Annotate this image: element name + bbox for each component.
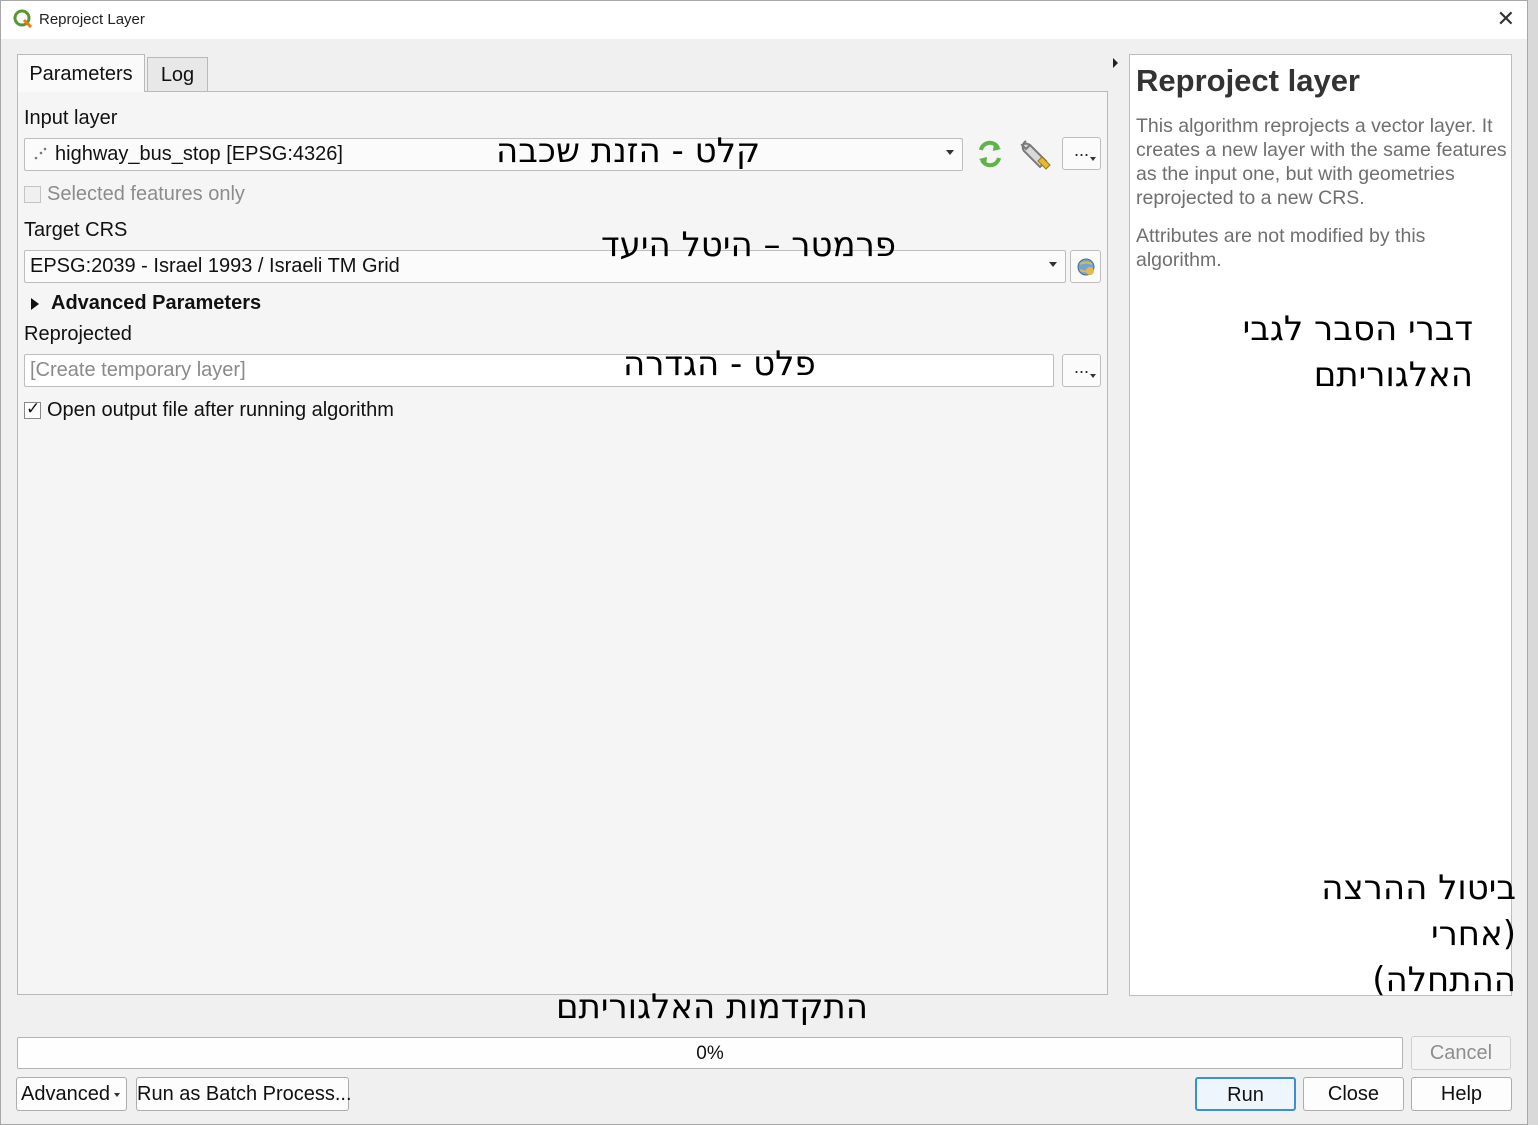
ellipsis-label: ... [1073, 357, 1089, 377]
wrench-icon[interactable] [1018, 137, 1052, 171]
run-as-batch-button[interactable]: Run as Batch Process... [136, 1077, 352, 1111]
advanced-button-label: Advanced [21, 1083, 110, 1105]
run-button[interactable]: Run [1195, 1077, 1296, 1111]
ellipsis-label: ... [1073, 140, 1089, 160]
target-crs-label: Target CRS [24, 219, 128, 241]
window-title: Reproject Layer [39, 11, 145, 28]
help-description: This algorithm reprojects a vector layer… [1136, 115, 1507, 209]
expand-arrow-icon[interactable] [31, 298, 39, 310]
annotation-cancel-line1: ביטול ההרצה [1321, 868, 1516, 908]
chevron-down-icon [1090, 157, 1096, 161]
splitter-collapse-icon[interactable] [1113, 58, 1118, 68]
input-layer-label: Input layer [24, 107, 118, 129]
tab-parameters[interactable]: Parameters [17, 54, 145, 92]
algorithm-help-panel: Reproject layer This algorithm reproject… [1129, 54, 1512, 996]
point-layer-icon [34, 147, 47, 160]
help-title: Reproject layer [1136, 63, 1360, 98]
annotation-cancel-line2: (אחרי [1431, 914, 1516, 954]
chevron-down-icon [114, 1093, 120, 1097]
open-output-checkbox[interactable] [24, 399, 41, 419]
chevron-down-icon [1049, 262, 1057, 267]
annotation-cancel: ביטול ההרצה (אחרי ההתחלה) [1301, 865, 1516, 1003]
chevron-down-icon [1090, 374, 1096, 378]
globe-icon [1077, 258, 1095, 276]
chevron-down-icon [946, 150, 954, 155]
window-close-icon[interactable]: ✕ [1497, 6, 1515, 32]
input-layer-browse-button[interactable]: ... [1062, 137, 1101, 170]
progress-bar: 0% [17, 1037, 1403, 1069]
advanced-parameters-toggle[interactable]: Advanced Parameters [51, 292, 261, 315]
input-layer-value: highway_bus_stop [EPSG:4326] [55, 143, 343, 165]
reprojected-label: Reprojected [24, 323, 132, 345]
selected-features-checkbox[interactable] [24, 186, 41, 203]
target-crs-value: EPSG:2039 - Israel 1993 / Israeli TM Gri… [30, 255, 400, 277]
annotation-input: קלט - הזנת שכבה [496, 131, 761, 171]
crs-select-button[interactable] [1070, 250, 1101, 283]
reprojected-output-field[interactable]: [Create temporary layer] [24, 354, 1054, 387]
annotation-output: פלט - הגדרה [623, 344, 816, 384]
parameters-panel [17, 91, 1108, 995]
tab-log[interactable]: Log [147, 57, 208, 91]
reproject-layer-dialog: Reproject Layer ✕ Parameters Log Input l… [0, 0, 1528, 1125]
output-browse-button[interactable]: ... [1062, 354, 1101, 387]
title-bar: Reproject Layer ✕ [1, 1, 1527, 39]
qgis-logo-icon [13, 9, 33, 29]
target-crs-combo[interactable]: EPSG:2039 - Israel 1993 / Israeli TM Gri… [24, 250, 1066, 283]
open-output-label: Open output file after running algorithm [47, 399, 394, 421]
annotation-help-line1: דברי הסבר לגבי [1242, 309, 1473, 349]
annotation-help: דברי הסבר לגבי האלגוריתם [1231, 306, 1473, 398]
annotation-progress: התקדמות האלגוריתם [556, 987, 868, 1027]
help-button[interactable]: Help [1411, 1077, 1512, 1111]
annotation-cancel-line3: ההתחלה) [1372, 960, 1516, 1000]
close-button[interactable]: Close [1303, 1077, 1404, 1111]
input-layer-combo[interactable]: highway_bus_stop [EPSG:4326] [24, 138, 963, 171]
refresh-icon[interactable] [975, 139, 1005, 169]
selected-features-label: Selected features only [47, 183, 245, 205]
help-attributes-note: Attributes are not modified by this algo… [1136, 225, 1426, 271]
progress-text: 0% [696, 1043, 724, 1064]
advanced-menu-button[interactable]: Advanced [16, 1077, 127, 1111]
annotation-help-line2: האלגוריתם [1313, 355, 1473, 395]
cancel-button[interactable]: Cancel [1411, 1036, 1511, 1070]
annotation-target-crs: פרמטר – היטל היעד [601, 225, 897, 265]
reprojected-placeholder: [Create temporary layer] [30, 359, 246, 381]
